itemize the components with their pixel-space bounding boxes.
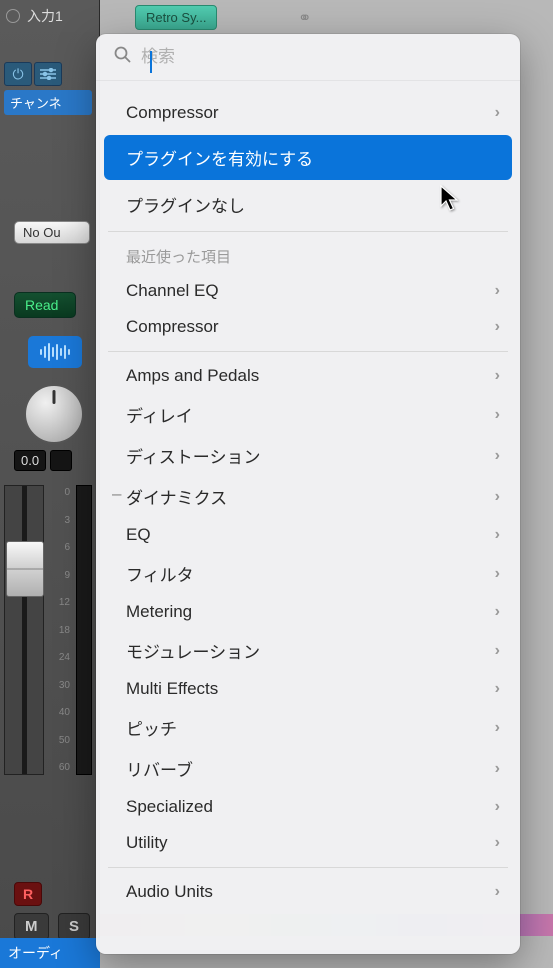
channel-label: チャンネ [4,90,92,115]
menu-item[interactable]: Audio Units › [96,874,520,910]
menu-item[interactable]: Channel EQ › [96,273,520,309]
power-button[interactable]: ⏻ [4,62,32,86]
record-button[interactable]: R [14,882,42,906]
menu-item[interactable]: リバーブ › [96,748,520,789]
menu-item[interactable]: EQ › [96,517,520,553]
pan-knob[interactable] [24,384,84,444]
chevron-right-icon: › [495,798,500,816]
menu-section-header: 最近使った項目 [96,238,520,273]
instrument-slot[interactable]: Retro Sy... [135,5,217,30]
chevron-right-icon: › [495,447,500,465]
menu-item-label: リバーブ [126,756,193,781]
menu-divider [108,351,508,352]
menu-item[interactable]: フィルタ › [96,553,520,594]
chevron-right-icon: › [495,406,500,424]
record-enable-icon[interactable] [6,9,20,23]
menu-item[interactable]: ピッチ › [96,707,520,748]
track-type-icon[interactable] [28,336,82,368]
settings-button[interactable] [34,62,62,86]
automation-mode-button[interactable]: Read [14,292,76,318]
menu-item[interactable]: Compressor › [96,95,520,131]
menu-item-label: プラグインを有効にする [126,145,313,170]
menu-item-label: Audio Units [126,882,213,902]
chevron-right-icon: › [495,642,500,660]
menu-item-label: EQ [126,525,151,545]
chevron-right-icon: › [495,680,500,698]
menu-item-label: Compressor [126,103,219,123]
menu-item-label: ピッチ [126,715,177,740]
menu-item[interactable]: Amps and Pedals › [96,358,520,394]
chevron-right-icon: › [495,883,500,901]
chevron-right-icon: › [495,760,500,778]
search-input[interactable] [141,47,502,67]
menu-item[interactable]: プラグインを有効にする [104,135,512,180]
menu-item[interactable]: Utility › [96,825,520,861]
menu-item-label: プラグインなし [126,192,245,217]
chevron-right-icon: › [495,488,500,506]
output-select[interactable]: No Ou [14,221,90,244]
menu-list: Compressor›プラグインを有効にするプラグインなし最近使った項目Chan… [96,81,520,910]
level-meter [76,485,92,775]
channel-strip: 入力1 ⏻ チャンネ No Ou Read 0.0 03 69 1218 [0,0,100,968]
menu-item[interactable]: モジュレーション › [96,630,520,671]
menu-item[interactable]: プラグインなし [96,184,520,225]
menu-item-label: –ダイナミクス [126,484,227,509]
stereo-icon: ⚭ [298,8,311,28]
menu-item-label: Metering [126,602,192,622]
menu-item[interactable]: Multi Effects › [96,671,520,707]
menu-divider [108,867,508,868]
menu-item[interactable]: Metering › [96,594,520,630]
chevron-right-icon: › [495,526,500,544]
db-value[interactable]: 0.0 [14,450,46,471]
chevron-right-icon: › [495,719,500,737]
menu-item-label: ディストーション [126,443,260,468]
text-cursor [150,51,152,73]
menu-item[interactable]: Specialized › [96,789,520,825]
menu-item-label: ディレイ [126,402,193,427]
menu-item-label: モジュレーション [126,638,260,663]
track-name-label[interactable]: オーディ [0,938,100,968]
menu-item-label: Multi Effects [126,679,218,699]
chevron-right-icon: › [495,282,500,300]
menu-item[interactable]: ディレイ › [96,394,520,435]
menu-item[interactable]: ディストーション › [96,435,520,476]
chevron-right-icon: › [495,367,500,385]
mute-button[interactable]: M [14,913,49,940]
volume-fader[interactable] [4,485,44,775]
search-icon [114,46,131,68]
menu-item[interactable]: Compressor › [96,309,520,345]
chevron-right-icon: › [495,104,500,122]
chevron-right-icon: › [495,834,500,852]
menu-item[interactable]: –ダイナミクス › [96,476,520,517]
solo-button[interactable]: S [58,913,90,940]
menu-item-label: フィルタ [126,561,194,586]
menu-item-label: Specialized [126,797,213,817]
menu-item-label: Compressor [126,317,219,337]
input-label: 入力1 [27,6,63,26]
plugin-menu-popup: Compressor›プラグインを有効にするプラグインなし最近使った項目Chan… [96,34,520,954]
chevron-right-icon: › [495,318,500,336]
menu-item-label: Amps and Pedals [126,366,259,386]
menu-item-label: Channel EQ [126,281,219,301]
chevron-right-icon: › [495,603,500,621]
menu-item-label: Utility [126,833,168,853]
chevron-right-icon: › [495,565,500,583]
menu-divider [108,231,508,232]
fader-scale: 03 69 1218 2430 4050 60 [50,485,70,775]
peak-meter [50,450,72,471]
